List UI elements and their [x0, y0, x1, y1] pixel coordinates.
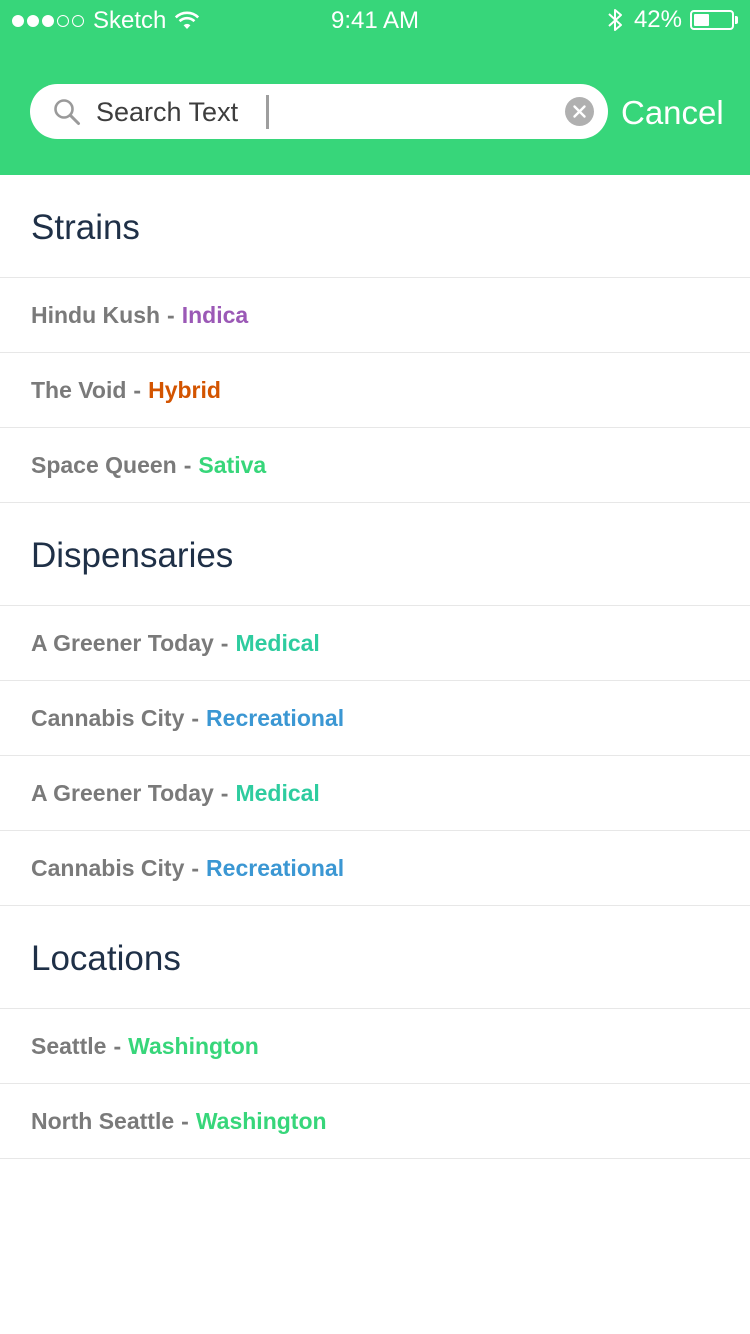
- result-row[interactable]: A Greener Today - Medical: [0, 756, 750, 831]
- result-tag: Medical: [235, 629, 320, 656]
- result-name: A Greener Today: [31, 629, 214, 656]
- result-row[interactable]: Cannabis City - Recreational: [0, 831, 750, 906]
- battery-level: [694, 14, 710, 26]
- result-tag: Washington: [195, 1107, 327, 1134]
- battery-icon: [690, 10, 734, 30]
- status-right: 42%: [606, 6, 738, 34]
- result-name: Space Queen: [31, 451, 177, 478]
- result-row[interactable]: Hindu Kush - Indica: [0, 278, 750, 353]
- result-separator: -: [167, 301, 175, 328]
- result-tag: Hybrid: [148, 376, 221, 403]
- section-header-dispensaries: Dispensaries: [0, 503, 750, 606]
- result-row[interactable]: Seattle - Washington: [0, 1009, 750, 1084]
- result-tag: Indica: [181, 301, 249, 328]
- result-separator: -: [220, 629, 229, 656]
- status-bar: Sketch 9:41 AM 42%: [0, 0, 750, 40]
- result-separator: -: [220, 779, 229, 806]
- result-name: Cannabis City: [31, 704, 185, 731]
- section-header-strains: Strains: [0, 175, 750, 278]
- battery-tip: [735, 16, 738, 24]
- result-separator: -: [191, 854, 200, 881]
- result-separator: -: [133, 376, 142, 403]
- section-header-locations: Locations: [0, 906, 750, 1009]
- search-results: Strains Hindu Kush - Indica The Void - H…: [0, 175, 750, 1159]
- result-name: The Void: [31, 376, 127, 403]
- result-tag: Recreational: [206, 854, 345, 881]
- result-name: A Greener Today: [31, 779, 214, 806]
- result-separator: -: [181, 1107, 189, 1134]
- result-name: Seattle: [31, 1032, 107, 1059]
- result-row[interactable]: North Seattle - Washington: [0, 1084, 750, 1159]
- battery-percentage: 42%: [633, 6, 682, 33]
- result-tag: Medical: [235, 779, 320, 806]
- result-name: Cannabis City: [31, 854, 185, 881]
- search-box[interactable]: [30, 84, 608, 139]
- result-separator: -: [183, 451, 192, 478]
- result-name: North Seattle: [31, 1107, 175, 1134]
- text-caret: [266, 95, 269, 129]
- search-icon: [54, 99, 80, 125]
- search-input[interactable]: [96, 92, 556, 132]
- clear-icon[interactable]: [565, 97, 594, 126]
- result-row[interactable]: Space Queen - Sativa: [0, 428, 750, 503]
- bluetooth-icon: [608, 9, 622, 31]
- result-tag: Washington: [128, 1032, 259, 1059]
- cancel-button[interactable]: Cancel: [621, 90, 724, 136]
- result-tag: Recreational: [206, 704, 345, 731]
- result-separator: -: [191, 704, 200, 731]
- result-name: Hindu Kush: [31, 301, 161, 328]
- result-row[interactable]: The Void - Hybrid: [0, 353, 750, 428]
- result-tag: Sativa: [198, 451, 267, 478]
- result-row[interactable]: Cannabis City - Recreational: [0, 681, 750, 756]
- result-separator: -: [113, 1032, 122, 1059]
- search-header: Sketch 9:41 AM 42% Search Text Cancel: [0, 0, 750, 175]
- result-row[interactable]: A Greener Today - Medical: [0, 606, 750, 681]
